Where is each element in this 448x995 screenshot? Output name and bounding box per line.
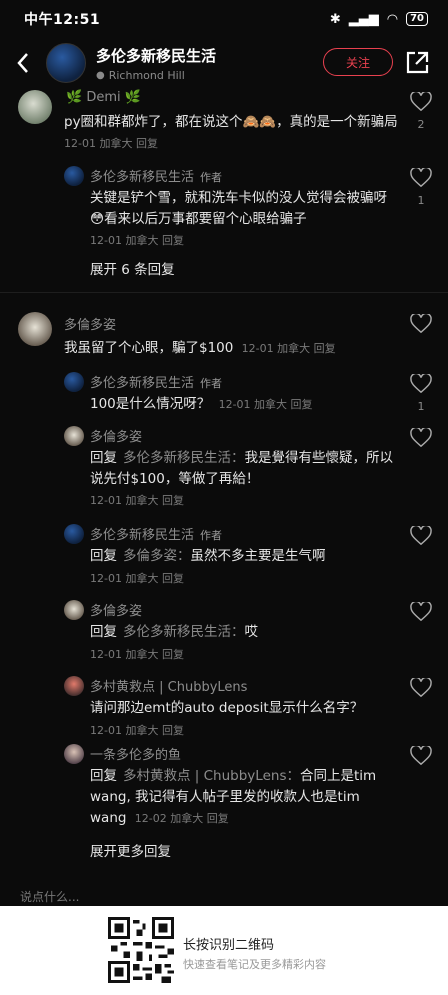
- reply-author[interactable]: 多倫多姿: [90, 426, 142, 445]
- expand-replies-button[interactable]: 展开 6 条回复: [90, 258, 175, 278]
- heart-icon: [410, 600, 432, 622]
- qr-code-icon[interactable]: [108, 917, 174, 983]
- reply-meta: 12-01 加拿大 回复: [90, 648, 184, 661]
- reply-text: 回复 多村黄救点 | ChubbyLens：合同上是tim wang, 我记得有人…: [90, 768, 377, 826]
- like-count: 1: [417, 194, 425, 207]
- avatar[interactable]: [64, 166, 84, 186]
- reply-author[interactable]: 多伦多新移民生活 作者: [90, 372, 222, 391]
- author-name: 多伦多新移民生活: [96, 46, 217, 65]
- author-tag: 作者: [200, 529, 223, 542]
- reply-text: 回复 多倫多姿：虽然不多主要是生气啊: [90, 548, 326, 564]
- chevron-left-icon: [17, 53, 28, 73]
- like-button[interactable]: 1: [410, 372, 432, 413]
- like-count: 2: [417, 118, 425, 131]
- like-count: 1: [417, 400, 425, 413]
- signal-icon: ▂▄▆: [348, 11, 379, 27]
- heart-icon: [410, 524, 432, 546]
- share-icon[interactable]: [404, 50, 430, 76]
- reply-meta: 12-01 加拿大 回复: [90, 494, 184, 507]
- reply-author[interactable]: 一条多伦多的鱼: [90, 744, 181, 763]
- reply-meta: 12-01 加拿大 回复: [90, 724, 184, 737]
- heart-icon: [410, 426, 432, 448]
- author-tag: 作者: [200, 377, 223, 390]
- author-info[interactable]: 多伦多新移民生活 ● Richmond Hill: [96, 45, 216, 82]
- heart-icon: [410, 90, 432, 112]
- battery-icon: 70: [406, 12, 428, 26]
- avatar[interactable]: [64, 600, 84, 620]
- heart-icon: [410, 372, 432, 394]
- reply-meta: 12-01 加拿大 回复: [90, 234, 184, 247]
- like-button[interactable]: 2: [410, 90, 432, 131]
- qr-subtitle: 快速查看笔记及更多精彩内容: [183, 958, 326, 971]
- comment-text: py圈和群都炸了，都在说这个🙈🙈，真的是一个新骗局 12-01 加拿大 回复: [64, 114, 398, 150]
- follow-button[interactable]: 关注: [323, 48, 393, 76]
- heart-icon: [410, 312, 432, 334]
- avatar[interactable]: [18, 90, 52, 124]
- wifi-icon: ◠: [386, 11, 399, 27]
- bluetooth-icon: ✱: [329, 11, 341, 27]
- back-button[interactable]: [0, 38, 46, 88]
- status-time: 中午12:51: [24, 12, 101, 28]
- author-tag: 作者: [200, 171, 223, 184]
- expand-more-replies-button[interactable]: 展开更多回复: [90, 840, 171, 860]
- avatar[interactable]: [64, 676, 84, 696]
- reply-author[interactable]: 多倫多姿: [90, 600, 142, 619]
- location-icon: ●: [96, 69, 105, 81]
- comment-author[interactable]: 🌿 Demi 🌿: [66, 90, 141, 105]
- author-location: ● Richmond Hill: [96, 68, 185, 82]
- avatar[interactable]: [64, 524, 84, 544]
- comment-text: 我虽留了个心眼，騙了$100 12-01 加拿大 回复: [64, 340, 336, 356]
- heart-icon: [410, 744, 432, 766]
- like-button[interactable]: [410, 426, 432, 452]
- comment-author[interactable]: 多倫多姿: [64, 314, 116, 333]
- reply-author[interactable]: 多村黄救点 | ChubbyLens: [90, 676, 247, 695]
- qr-panel: 长按识别二维码 快速查看笔记及更多精彩内容: [0, 906, 448, 995]
- status-icons: ✱ ▂▄▆ ◠ 70: [330, 12, 428, 27]
- like-button[interactable]: [410, 744, 432, 770]
- avatar[interactable]: [18, 312, 52, 346]
- like-button[interactable]: [410, 312, 432, 338]
- reply-meta: 12-01 加拿大 回复: [90, 572, 184, 585]
- status-bar: 中午12:51 ✱ ▂▄▆ ◠ 70: [0, 0, 448, 38]
- reply-text: 回复 多伦多新移民生活：我是覺得有些懷疑，所以说先付$100，等做了再給！: [90, 450, 393, 487]
- author-avatar[interactable]: [46, 43, 86, 83]
- avatar[interactable]: [64, 744, 84, 764]
- comment-input[interactable]: 说点什么...: [20, 888, 240, 908]
- heart-icon: [410, 676, 432, 698]
- comment-list: 🌿 Demi 🌿 py圈和群都炸了，都在说这个🙈🙈，真的是一个新骗局 12-01…: [0, 88, 448, 888]
- header: 多伦多新移民生活 ● Richmond Hill 关注: [0, 38, 448, 88]
- reply-text: 关键是铲个雪，就和洗车卡似的没人觉得会被骗呀😳看来以后万事都要留个心眼给骗子: [90, 190, 387, 227]
- heart-icon: [410, 166, 432, 188]
- reply-text: 回复 多伦多新移民生活：哎: [90, 624, 258, 640]
- like-button[interactable]: [410, 600, 432, 626]
- reply-author[interactable]: 多伦多新移民生活 作者: [90, 166, 222, 185]
- avatar[interactable]: [64, 426, 84, 446]
- reply-text: 请问那边emt的auto deposit显示什么名字？: [90, 700, 364, 716]
- reply-author[interactable]: 多伦多新移民生活 作者: [90, 524, 222, 543]
- like-button[interactable]: 1: [410, 166, 432, 207]
- like-button[interactable]: [410, 676, 432, 702]
- divider: [0, 292, 448, 293]
- avatar[interactable]: [64, 372, 84, 392]
- reply-text: 100是什么情况呀？ 12-01 加拿大 回复: [90, 396, 313, 412]
- like-button[interactable]: [410, 524, 432, 550]
- qr-title: 长按识别二维码: [183, 938, 275, 953]
